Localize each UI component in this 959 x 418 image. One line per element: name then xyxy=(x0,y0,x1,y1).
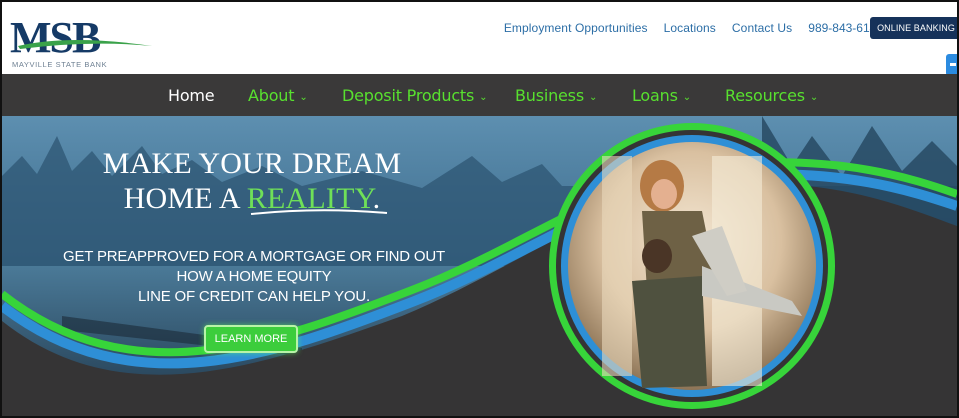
link-locations[interactable]: Locations xyxy=(664,21,716,35)
utility-nav: Employment Opportunities Locations Conta… xyxy=(488,21,883,35)
nav-label: Resources xyxy=(725,86,805,105)
hero-banner: MAKE YOUR DREAM HOME A REALITY. GET PREA… xyxy=(2,116,957,416)
chevron-down-icon: ⌄ xyxy=(299,92,308,103)
logo-letters: MSB xyxy=(10,16,101,60)
sub-line-2: HOW A HOME EQUITY xyxy=(176,268,332,285)
link-employment[interactable]: Employment Opportunities xyxy=(504,21,648,35)
nav-label: Deposit Products xyxy=(342,86,475,105)
chevron-down-icon: ⌄ xyxy=(479,92,488,103)
nav-item-home[interactable]: Home xyxy=(168,74,215,116)
nav-item-resources[interactable]: Resources ⌄ xyxy=(725,74,818,116)
nav-label: Home xyxy=(168,86,215,105)
chevron-down-icon: ⌄ xyxy=(588,92,598,103)
browser-viewport: MSB MAYVILLE STATE BANK Employment Oppor… xyxy=(0,0,959,418)
nav-label: Business xyxy=(515,86,584,105)
headline-prefix: HOME A xyxy=(123,182,247,215)
learn-more-button[interactable]: LEARN MORE xyxy=(204,325,298,353)
nav-item-deposit-products[interactable]: Deposit Products ⌄ xyxy=(342,74,488,116)
headline-underline xyxy=(250,209,388,215)
nav-item-business[interactable]: Business ⌄ xyxy=(515,74,597,116)
nav-label: About xyxy=(248,86,295,105)
nav-label: Loans xyxy=(632,86,678,105)
sub-line-3: LINE OF CREDIT CAN HELP YOU. xyxy=(138,288,370,305)
headline-line-1: MAKE YOUR DREAM xyxy=(102,147,402,180)
hero-subtext: GET PREAPPROVED FOR A MORTGAGE OR FIND O… xyxy=(54,247,454,307)
logo-mark: MSB xyxy=(10,16,152,60)
logo-bank-name: MAYVILLE STATE BANK xyxy=(12,60,108,69)
chevron-down-icon: ⌄ xyxy=(682,92,691,103)
main-nav: Home About ⌄ Deposit Products ⌄ Business ⌄ … xyxy=(2,74,957,116)
msb-logo[interactable]: MSB MAYVILLE STATE BANK xyxy=(10,16,160,70)
online-banking-button[interactable]: ONLINE BANKING xyxy=(870,17,957,39)
link-contact-us[interactable]: Contact Us xyxy=(732,21,792,35)
chevron-down-icon: ⌄ xyxy=(809,92,819,103)
sub-line-1: GET PREAPPROVED FOR A MORTGAGE OR FIND O… xyxy=(63,248,445,265)
top-header: MSB MAYVILLE STATE BANK Employment Oppor… xyxy=(2,2,957,76)
nav-item-about[interactable]: About ⌄ xyxy=(248,74,308,116)
accessibility-tab-icon[interactable] xyxy=(946,54,957,76)
nav-item-loans[interactable]: Loans ⌄ xyxy=(632,74,691,116)
